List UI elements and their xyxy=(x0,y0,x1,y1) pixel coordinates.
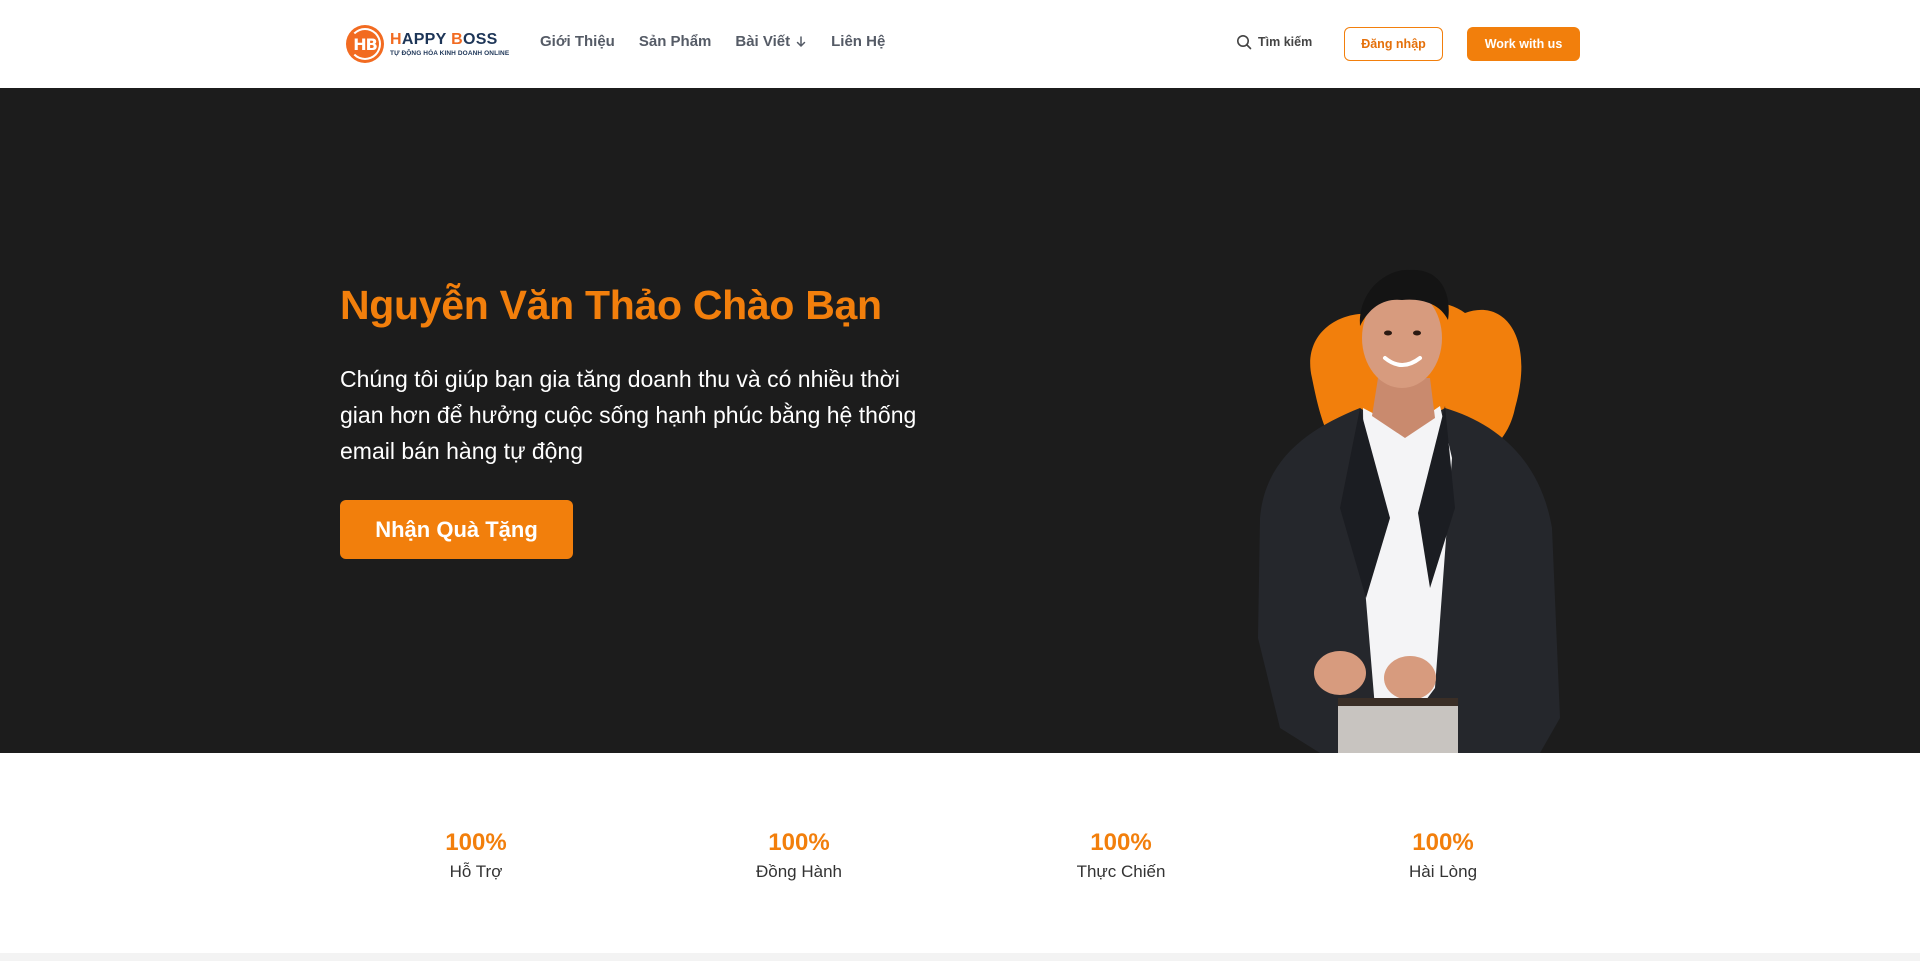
brand-logo[interactable]: HB HAPPY BOSS TỰ ĐỘNG HÓA KINH DOANH ONL… xyxy=(346,24,509,64)
work-with-us-button[interactable]: Work with us xyxy=(1467,27,1580,61)
stat-value: 100% xyxy=(1090,829,1152,856)
hero-section: Nguyễn Văn Thảo Chào Bạn Chúng tôi giúp … xyxy=(0,88,1920,753)
stat-item-ho-tro: 100% Hỗ Trợ xyxy=(376,828,576,882)
hero-title: Nguyễn Văn Thảo Chào Bạn xyxy=(340,282,882,328)
portrait-image xyxy=(1258,269,1560,753)
logo-mark-text: HB xyxy=(353,34,378,54)
hand-left-shape xyxy=(1314,651,1366,695)
get-gift-button[interactable]: Nhận Quà Tặng xyxy=(340,500,573,559)
stat-value: 100% xyxy=(1412,829,1474,856)
section-divider xyxy=(0,953,1920,961)
search-label: Tìm kiếm xyxy=(1258,35,1313,49)
stat-value: 100% xyxy=(445,829,507,856)
login-button[interactable]: Đăng nhập xyxy=(1344,27,1443,61)
stats-section: 100% Hỗ Trợ 100% Đồng Hành 100% Thực Chi… xyxy=(0,753,1920,953)
stat-item-thuc-chien: 100% Thực Chiến xyxy=(1021,828,1221,882)
nav-item-gioi-thieu[interactable]: Giới Thiệu xyxy=(540,33,615,50)
nav-item-bai-viet[interactable]: Bài Viết xyxy=(735,33,807,50)
search-button[interactable]: Tìm kiếm xyxy=(1236,34,1312,50)
logo-text: HAPPY BOSS TỰ ĐỘNG HÓA KINH DOANH ONLINE xyxy=(390,31,509,58)
main-nav: Giới Thiệu Sản Phẩm Bài Viết Liên Hệ xyxy=(540,33,885,50)
brand-name: HAPPY BOSS xyxy=(390,30,498,48)
search-icon xyxy=(1237,35,1252,50)
stat-item-hai-long: 100% Hài Lòng xyxy=(1343,828,1543,882)
nav-item-san-pham[interactable]: Sản Phẩm xyxy=(639,33,712,50)
brand-tagline: TỰ ĐỘNG HÓA KINH DOANH ONLINE xyxy=(390,49,510,57)
site-header: HB HAPPY BOSS TỰ ĐỘNG HÓA KINH DOANH ONL… xyxy=(0,0,1920,88)
arrow-down-icon xyxy=(796,35,806,47)
stat-label: Hài Lòng xyxy=(1408,862,1478,881)
stat-label: Đồng Hành xyxy=(755,862,842,881)
nav-item-lien-he[interactable]: Liên Hệ xyxy=(831,33,885,50)
logo-mark-icon: HB xyxy=(346,25,384,63)
hand-right-shape xyxy=(1384,656,1436,700)
stat-value: 100% xyxy=(768,829,830,856)
hero-description: Chúng tôi giúp bạn gia tăng doanh thu và… xyxy=(340,366,917,464)
stat-item-dong-hanh: 100% Đồng Hành xyxy=(699,828,899,882)
stat-label: Thực Chiến xyxy=(1076,862,1166,881)
stat-label: Hỗ Trợ xyxy=(449,862,503,881)
